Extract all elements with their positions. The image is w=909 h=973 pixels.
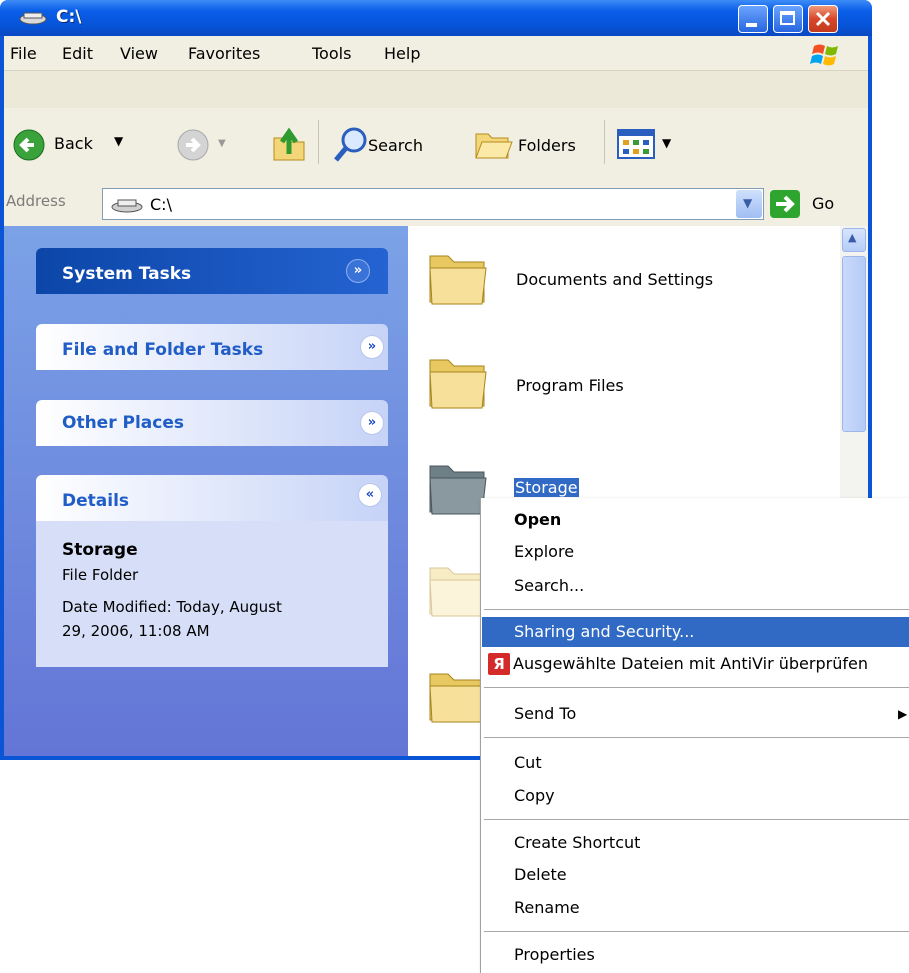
menu-item-explore[interactable]: Explore (514, 542, 574, 561)
chevron-up-icon: ▲ (848, 231, 857, 244)
chevron-down-icon: ▼ (743, 196, 753, 210)
forward-button[interactable]: ▼ (176, 128, 240, 162)
menu-separator (484, 687, 909, 688)
menu-favorites[interactable]: Favorites (188, 44, 260, 63)
close-icon (815, 11, 831, 27)
menu-item-copy[interactable]: Copy (514, 786, 555, 805)
close-button[interactable] (808, 5, 838, 33)
expand-chevron-icon[interactable]: » (360, 335, 384, 359)
minimize-button[interactable] (738, 5, 768, 33)
views-grid-icon (617, 129, 655, 159)
views-dropdown-arrow-icon[interactable]: ▼ (662, 136, 671, 150)
back-label: Back (54, 134, 93, 153)
back-arrow-icon (13, 129, 45, 161)
folders-label: Folders (518, 136, 576, 155)
details-modified: Date Modified: Today, August (62, 598, 282, 616)
menu-item-search[interactable]: Search... (514, 576, 584, 595)
collapse-chevron-icon[interactable]: « (358, 483, 382, 507)
window-title: C:\ (56, 7, 82, 27)
menu-separator (484, 819, 909, 820)
address-dropdown-button[interactable]: ▼ (736, 190, 762, 218)
forward-arrow-icon (177, 129, 209, 161)
menu-separator (484, 737, 909, 738)
menu-item-delete[interactable]: Delete (514, 865, 567, 884)
menu-item-antivir[interactable]: Ausgewählte Dateien mit AntiVir überprüf… (513, 654, 868, 673)
details-type: File Folder (62, 566, 139, 584)
menu-item-create-shortcut[interactable]: Create Shortcut (514, 833, 640, 852)
maximize-button[interactable] (773, 5, 803, 33)
submenu-arrow-icon: ▶ (898, 707, 908, 721)
menu-view[interactable]: View (120, 44, 158, 63)
folders-icon (475, 133, 513, 159)
menu-edit[interactable]: Edit (62, 44, 93, 63)
menu-file[interactable]: File (10, 44, 37, 63)
windows-logo-icon (810, 44, 838, 66)
back-button[interactable]: Back ▼ (10, 124, 160, 164)
search-icon (334, 127, 367, 162)
folders-button[interactable]: Folders (474, 124, 604, 164)
search-button[interactable]: Search (332, 124, 472, 164)
expand-chevron-icon[interactable]: » (346, 259, 370, 283)
menu-help[interactable]: Help (384, 44, 420, 63)
menu-item-sharing-security[interactable]: Sharing and Security... (514, 622, 694, 641)
menu-item-open[interactable]: Open (514, 510, 561, 529)
details-name: Storage (62, 540, 138, 560)
address-label: Address (6, 192, 66, 210)
go-label: Go (812, 194, 835, 213)
toolbar-divider (318, 120, 319, 164)
menu-separator (484, 609, 909, 610)
list-item[interactable]: Documents and Settings (420, 246, 800, 316)
folder-icon (429, 255, 487, 305)
menu-tools[interactable]: Tools (312, 44, 351, 63)
address-value: C:\ (150, 195, 172, 214)
address-input[interactable] (102, 188, 764, 220)
file-name: Storage (514, 478, 579, 497)
menu-item-cut[interactable]: Cut (514, 753, 542, 772)
menu-item-send-to[interactable]: Send To (514, 704, 576, 723)
details-modified: 29, 2006, 11:08 AM (62, 622, 210, 640)
up-folder-icon[interactable] (270, 124, 308, 164)
menu-item-properties[interactable]: Properties (514, 945, 595, 964)
file-folder-tasks-title: File and Folder Tasks (62, 340, 264, 360)
scrollbar-thumb[interactable] (842, 256, 866, 432)
go-arrow-icon (770, 190, 800, 218)
antivir-icon: Я (488, 653, 510, 675)
system-tasks-title: System Tasks (62, 264, 192, 284)
drive-icon (19, 12, 47, 25)
list-item[interactable]: Program Files (420, 350, 800, 420)
file-name: Documents and Settings (516, 270, 714, 289)
menu-item-rename[interactable]: Rename (514, 898, 580, 917)
other-places-title: Other Places (62, 413, 184, 433)
file-name: Program Files (516, 376, 624, 395)
search-label: Search (368, 136, 423, 155)
folder-icon (429, 359, 487, 409)
details-title: Details (62, 491, 130, 511)
forward-dropdown-arrow-icon[interactable]: ▼ (218, 138, 226, 149)
back-dropdown-arrow-icon[interactable]: ▼ (114, 134, 123, 148)
toolbar-divider (604, 120, 605, 164)
views-button[interactable]: ▼ (612, 126, 684, 162)
scroll-up-button[interactable]: ▲ (842, 228, 866, 252)
expand-chevron-icon[interactable]: » (360, 411, 384, 435)
menu-separator (484, 931, 909, 932)
drive-icon (111, 199, 143, 213)
